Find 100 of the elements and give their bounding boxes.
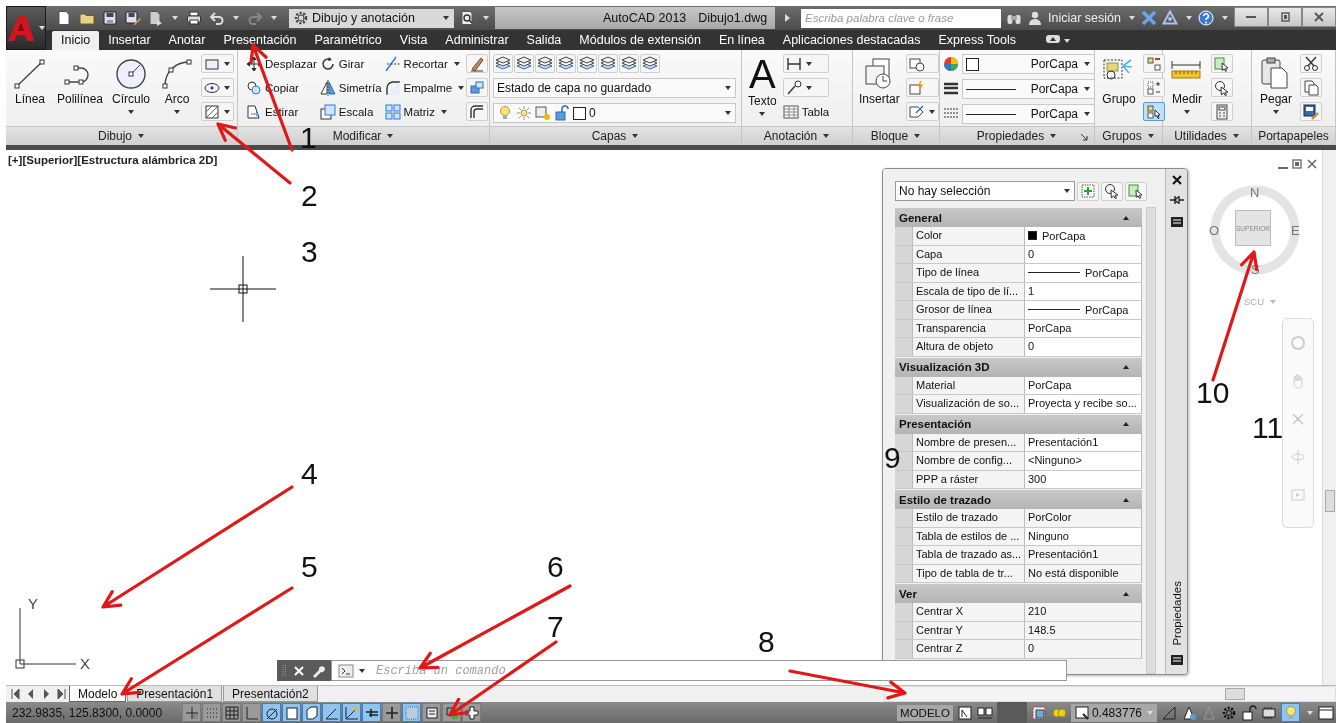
panel-title-button[interactable]: Anotación: [763, 129, 831, 143]
compass-letter[interactable]: E: [1291, 224, 1300, 237]
insert-button[interactable]: Insertar: [856, 54, 903, 108]
vertical-scrollbar[interactable]: [1322, 150, 1336, 685]
group-button[interactable]: Grupo: [1098, 54, 1140, 108]
close-icon[interactable]: [1170, 174, 1183, 186]
scissors-icon[interactable]: [1303, 55, 1319, 72]
property-value[interactable]: 210: [1025, 603, 1142, 621]
status-toggle[interactable]: [182, 703, 201, 722]
triangle-logo-icon[interactable]: [1162, 10, 1178, 26]
group-select-icon[interactable]: [1146, 103, 1162, 120]
measure-button[interactable]: Medir: [1166, 54, 1208, 118]
padlock-icon[interactable]: [1241, 704, 1257, 721]
tool-button[interactable]: Polilínea: [54, 54, 107, 108]
ribbon-tab[interactable]: Administrar: [436, 31, 518, 50]
status-toggle[interactable]: [402, 703, 421, 722]
select-objects-icon[interactable]: [1214, 79, 1230, 96]
list-icon[interactable]: [1168, 652, 1185, 668]
tool-button[interactable]: Matriz: [384, 102, 466, 121]
cross-mark-icon[interactable]: [1141, 10, 1157, 26]
explode-icon[interactable]: [469, 79, 486, 96]
select-objects-icon[interactable]: [1104, 183, 1120, 199]
viewport-controls[interactable]: [+][Superior][Estructura alámbrica 2D]: [6, 150, 220, 170]
panel-title-button[interactable]: Utilidades: [1174, 129, 1240, 143]
layers-icon[interactable]: [642, 55, 658, 72]
folder-icon[interactable]: [79, 10, 95, 26]
layer-dropdown[interactable]: 0: [493, 103, 736, 123]
compass-letter[interactable]: N: [1250, 186, 1260, 199]
printer-icon[interactable]: [186, 10, 202, 26]
status-toggle[interactable]: [302, 703, 321, 722]
ribbon-tab[interactable]: Inicio: [52, 31, 100, 50]
block-create-icon[interactable]: [908, 55, 925, 72]
ribbon-tab[interactable]: Paramétrico: [305, 31, 391, 50]
tool-button[interactable]: Recortar: [384, 54, 466, 73]
table-button[interactable]: Tabla: [782, 102, 830, 121]
ribbon-tab[interactable]: Express Tools: [929, 31, 1025, 50]
lineweight-dropdown[interactable]: PorCapa: [962, 79, 1095, 99]
layer-state-dropdown[interactable]: Estado de capa no guardado: [493, 78, 736, 98]
status-toggle[interactable]: [362, 703, 381, 722]
panel-title-button[interactable]: Portapapeles: [1258, 129, 1329, 143]
section-header[interactable]: Ver: [895, 584, 1142, 603]
layout-tab[interactable]: Presentación1: [127, 686, 223, 702]
ribbon-tab[interactable]: Anotar: [159, 31, 215, 50]
magnifier-page-icon[interactable]: [459, 10, 475, 26]
status-toggle[interactable]: [342, 703, 361, 722]
workspace-dropdown[interactable]: Dibujo y anotación: [289, 8, 454, 28]
quick-select-icon[interactable]: [1128, 183, 1144, 199]
layers-icon[interactable]: [537, 55, 553, 72]
section-header[interactable]: Estilo de trazado: [895, 490, 1142, 509]
section-header[interactable]: General: [895, 208, 1142, 227]
gear-icon[interactable]: [1221, 704, 1237, 721]
list-icon[interactable]: [1168, 214, 1185, 230]
tool-button[interactable]: Empalme: [384, 78, 466, 97]
panel-title-button[interactable]: Modificar: [332, 129, 395, 143]
layers-icon[interactable]: [621, 55, 637, 72]
floppy-pencil-icon[interactable]: [125, 10, 141, 26]
annotation-scale-dropdown[interactable]: 0.483776: [1070, 703, 1157, 722]
property-value[interactable]: 0: [1025, 640, 1142, 658]
panel-title-button[interactable]: Bloque: [870, 129, 922, 143]
section-header[interactable]: Presentación: [895, 414, 1142, 434]
undo-icon[interactable]: [209, 10, 225, 26]
first-icon[interactable]: [9, 687, 23, 701]
ribbon-tab[interactable]: Salida: [517, 31, 571, 50]
horizontal-scrollbar[interactable]: [884, 686, 1336, 702]
status-toggle[interactable]: [382, 703, 401, 722]
help-icon[interactable]: [1198, 10, 1214, 26]
group-edit-icon[interactable]: [1146, 79, 1162, 96]
color-dropdown[interactable]: PorCapa: [962, 54, 1095, 74]
offset-icon[interactable]: [469, 103, 486, 120]
leader-icon[interactable]: [785, 79, 802, 96]
prompt-icon[interactable]: [338, 663, 354, 678]
property-value[interactable]: <Ninguno>: [1025, 452, 1142, 470]
paper-icon[interactable]: [956, 704, 973, 721]
last-icon[interactable]: [54, 687, 68, 701]
layout-tab[interactable]: Presentación2: [223, 686, 318, 702]
calculator-icon[interactable]: [1214, 103, 1230, 120]
tool-button[interactable]: Desplazar: [246, 54, 317, 73]
status-toggle[interactable]: [222, 703, 241, 722]
block-edit-icon[interactable]: [908, 79, 925, 96]
application-menu-button[interactable]: [6, 6, 46, 50]
model-space-button[interactable]: MODELO: [897, 704, 953, 721]
restore-button[interactable]: [1268, 7, 1302, 27]
scrollbar[interactable]: [1146, 207, 1156, 674]
property-value[interactable]: PorColor: [1025, 509, 1142, 527]
attribute-icon[interactable]: [908, 103, 925, 120]
pages-icon[interactable]: [1303, 79, 1319, 96]
ribbon-tab[interactable]: Presentación: [214, 31, 306, 50]
minimize-button[interactable]: [1234, 7, 1268, 27]
status-toggle[interactable]: [422, 703, 441, 722]
property-value[interactable]: Proyecta y recibe so...: [1025, 395, 1142, 413]
add-selection-icon[interactable]: [1080, 183, 1096, 199]
text-tool-button[interactable]: A Texto: [745, 54, 780, 120]
fullscreen-icon[interactable]: [1318, 704, 1334, 721]
panel-title-button[interactable]: Grupos: [1102, 129, 1155, 143]
hatch-icon[interactable]: [204, 103, 221, 120]
panel-title-button[interactable]: Propiedades: [976, 129, 1058, 143]
ribbon-tab[interactable]: Insertar: [99, 31, 160, 50]
grip-icon[interactable]: [281, 662, 287, 679]
tool-button[interactable]: Línea: [9, 54, 51, 108]
panel-title-button[interactable]: Dibujo: [98, 129, 145, 143]
